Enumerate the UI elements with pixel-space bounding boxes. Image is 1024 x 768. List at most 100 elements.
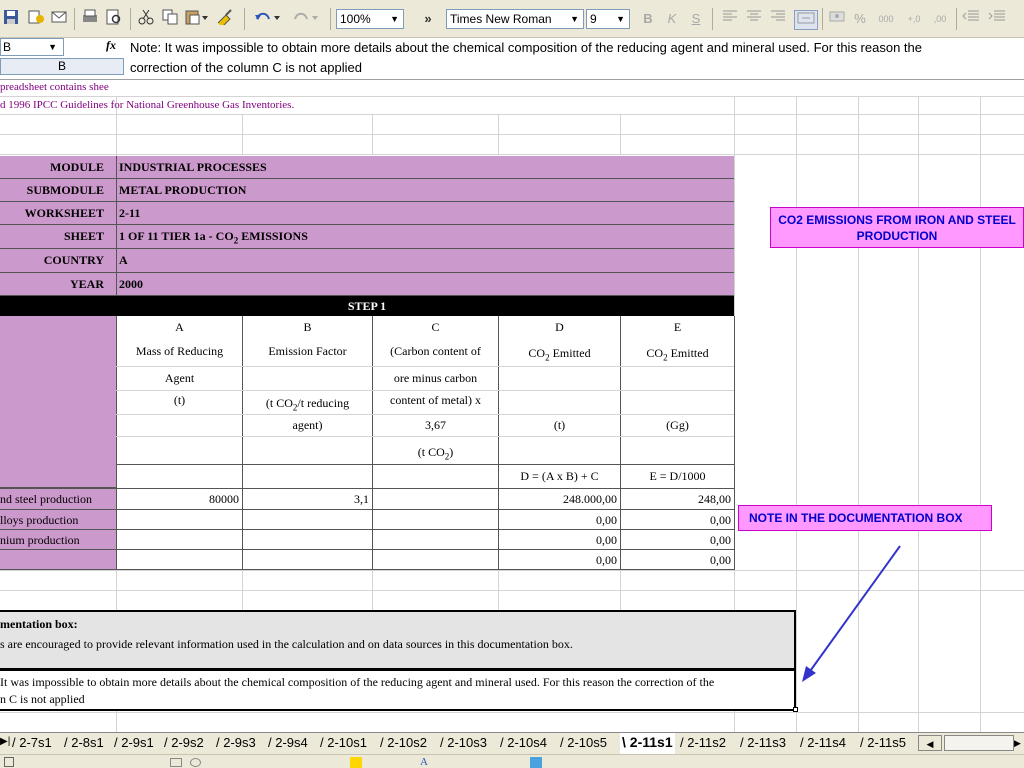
cell-e[interactable]: 0,00 (621, 550, 734, 570)
permission-icon[interactable] (26, 9, 46, 29)
sheet-tab[interactable]: / 2-10s2 (380, 735, 427, 750)
sheet-tab[interactable]: / 2-10s4 (500, 735, 547, 750)
zoom-dropdown[interactable]: 100% ▼ (336, 9, 404, 29)
font-name-dropdown[interactable]: Times New Roman ▼ (446, 9, 584, 29)
step-header[interactable]: STEP 1 (0, 296, 734, 316)
toolbar-options-icon[interactable]: » (418, 9, 438, 29)
sheet-tab[interactable]: / 2-10s1 (320, 735, 367, 750)
documentation-note[interactable]: It was impossible to obtain more details… (0, 670, 796, 711)
increase-decimal-button[interactable]: +,0 (902, 9, 926, 29)
underline-button[interactable]: S (688, 9, 704, 29)
font-size-dropdown[interactable]: 9 ▼ (586, 9, 630, 29)
fill-handle[interactable] (793, 707, 798, 712)
name-box[interactable]: B ▼ (0, 38, 64, 56)
year-label[interactable]: YEAR (0, 273, 116, 296)
sheet-label[interactable]: SHEET (0, 225, 116, 249)
save-icon[interactable] (2, 9, 20, 29)
column-header-b[interactable]: B (0, 58, 124, 75)
shadow-icon[interactable] (530, 757, 542, 768)
increase-indent-icon[interactable] (986, 9, 1008, 29)
cell-c[interactable] (373, 530, 498, 550)
sheet-tab[interactable]: / 2-7s1 (12, 735, 52, 750)
row-label[interactable]: nd steel production (0, 489, 116, 510)
country-label[interactable]: COUNTRY (0, 249, 116, 273)
documentation-header[interactable]: mentation box: s are encouraged to provi… (0, 610, 796, 670)
percent-button[interactable]: % (852, 9, 868, 29)
row-label[interactable]: nium production (0, 530, 116, 550)
merge-center-icon[interactable] (794, 10, 818, 30)
print-preview-icon[interactable] (104, 9, 124, 29)
align-right-icon[interactable] (768, 9, 788, 29)
cell-d[interactable]: 0,00 (499, 550, 620, 570)
thousands-button[interactable]: 000 (874, 9, 898, 29)
cell-e[interactable]: 0,00 (621, 510, 734, 530)
submodule-label[interactable]: SUBMODULE (0, 179, 116, 202)
cell-d[interactable]: 0,00 (499, 510, 620, 530)
module-value[interactable]: INDUSTRIAL PROCESSES (116, 156, 734, 179)
italic-button[interactable]: K (664, 9, 680, 29)
country-value[interactable]: A (116, 249, 734, 273)
year-value[interactable]: 2000 (116, 273, 734, 296)
rectangle-icon[interactable] (170, 758, 182, 767)
cut-icon[interactable] (136, 9, 156, 29)
worksheet-label[interactable]: WORKSHEET (0, 202, 116, 225)
sheet-tab[interactable]: / 2-9s3 (216, 735, 256, 750)
email-icon[interactable] (50, 9, 70, 29)
currency-icon[interactable] (828, 9, 848, 29)
cell-b[interactable] (243, 510, 372, 530)
format-painter-icon[interactable] (214, 9, 236, 29)
cell-d[interactable]: 0,00 (499, 530, 620, 550)
sheet-tab-active[interactable]: \ 2-11s1 (620, 733, 675, 754)
cell-a[interactable] (117, 530, 242, 550)
cell-c[interactable] (373, 510, 498, 530)
copy-icon[interactable] (160, 9, 180, 29)
cell-a[interactable]: 80000 (117, 489, 242, 510)
align-left-icon[interactable] (720, 9, 740, 29)
cell-c[interactable] (373, 550, 498, 570)
sheet-tab[interactable]: / 2-9s2 (164, 735, 204, 750)
col-e-unit: (Gg) (666, 418, 689, 432)
cell-b[interactable]: 3,1 (243, 489, 372, 510)
font-color-icon[interactable]: A (420, 757, 432, 768)
redo-icon[interactable] (290, 9, 322, 29)
decrease-decimal-button[interactable]: ,00 (928, 9, 952, 29)
cell-a[interactable] (117, 550, 242, 570)
undo-icon[interactable] (252, 9, 284, 29)
sheet-tab[interactable]: / 2-10s5 (560, 735, 607, 750)
module-label[interactable]: MODULE (0, 156, 116, 179)
align-center-icon[interactable] (744, 9, 764, 29)
cell-a[interactable] (117, 510, 242, 530)
sheet-tab[interactable]: / 2-11s3 (740, 735, 786, 750)
sheet-tab[interactable]: / 2-9s4 (268, 735, 308, 750)
sheet-tab[interactable]: / 2-11s2 (680, 735, 726, 750)
scroll-right-icon[interactable]: ▶ (1014, 735, 1024, 751)
print-icon[interactable] (80, 9, 100, 29)
sheet-tab[interactable]: / 2-8s1 (64, 735, 104, 750)
sheet-tab[interactable]: / 2-11s4 (800, 735, 846, 750)
oval-icon[interactable] (190, 758, 201, 767)
submodule-value[interactable]: METAL PRODUCTION (116, 179, 734, 202)
cell-b[interactable] (243, 530, 372, 550)
fx-icon[interactable]: fx (106, 38, 126, 56)
tab-scroll-icon[interactable]: ▶| (0, 736, 12, 747)
cell-e[interactable]: 0,00 (621, 530, 734, 550)
paste-icon[interactable] (184, 9, 210, 29)
cell-e[interactable]: 248,00 (621, 489, 734, 510)
cell-d[interactable]: 248.000,00 (499, 489, 620, 510)
draw-select-icon[interactable] (4, 757, 14, 767)
sheet-tab[interactable]: / 2-9s1 (114, 735, 154, 750)
decrease-indent-icon[interactable] (960, 9, 982, 29)
sheet-value[interactable]: 1 OF 11 TIER 1a - CO2 EMISSIONS (116, 225, 734, 249)
fill-color-icon[interactable] (350, 757, 362, 768)
cell-b[interactable] (243, 550, 372, 570)
tab-scroll-left-icon[interactable]: ◀ (918, 735, 942, 751)
horizontal-scrollbar[interactable] (944, 735, 1014, 751)
cell-c[interactable] (373, 489, 498, 510)
sheet-tab[interactable]: / 2-11s5 (860, 735, 906, 750)
sheet-tab[interactable]: / 2-10s3 (440, 735, 487, 750)
worksheet-value[interactable]: 2-11 (116, 202, 734, 225)
bold-button[interactable]: B (640, 9, 656, 29)
row-label[interactable] (0, 550, 116, 570)
formula-input[interactable]: Note: It was impossible to obtain more d… (130, 38, 1020, 78)
row-label[interactable]: lloys production (0, 510, 116, 530)
